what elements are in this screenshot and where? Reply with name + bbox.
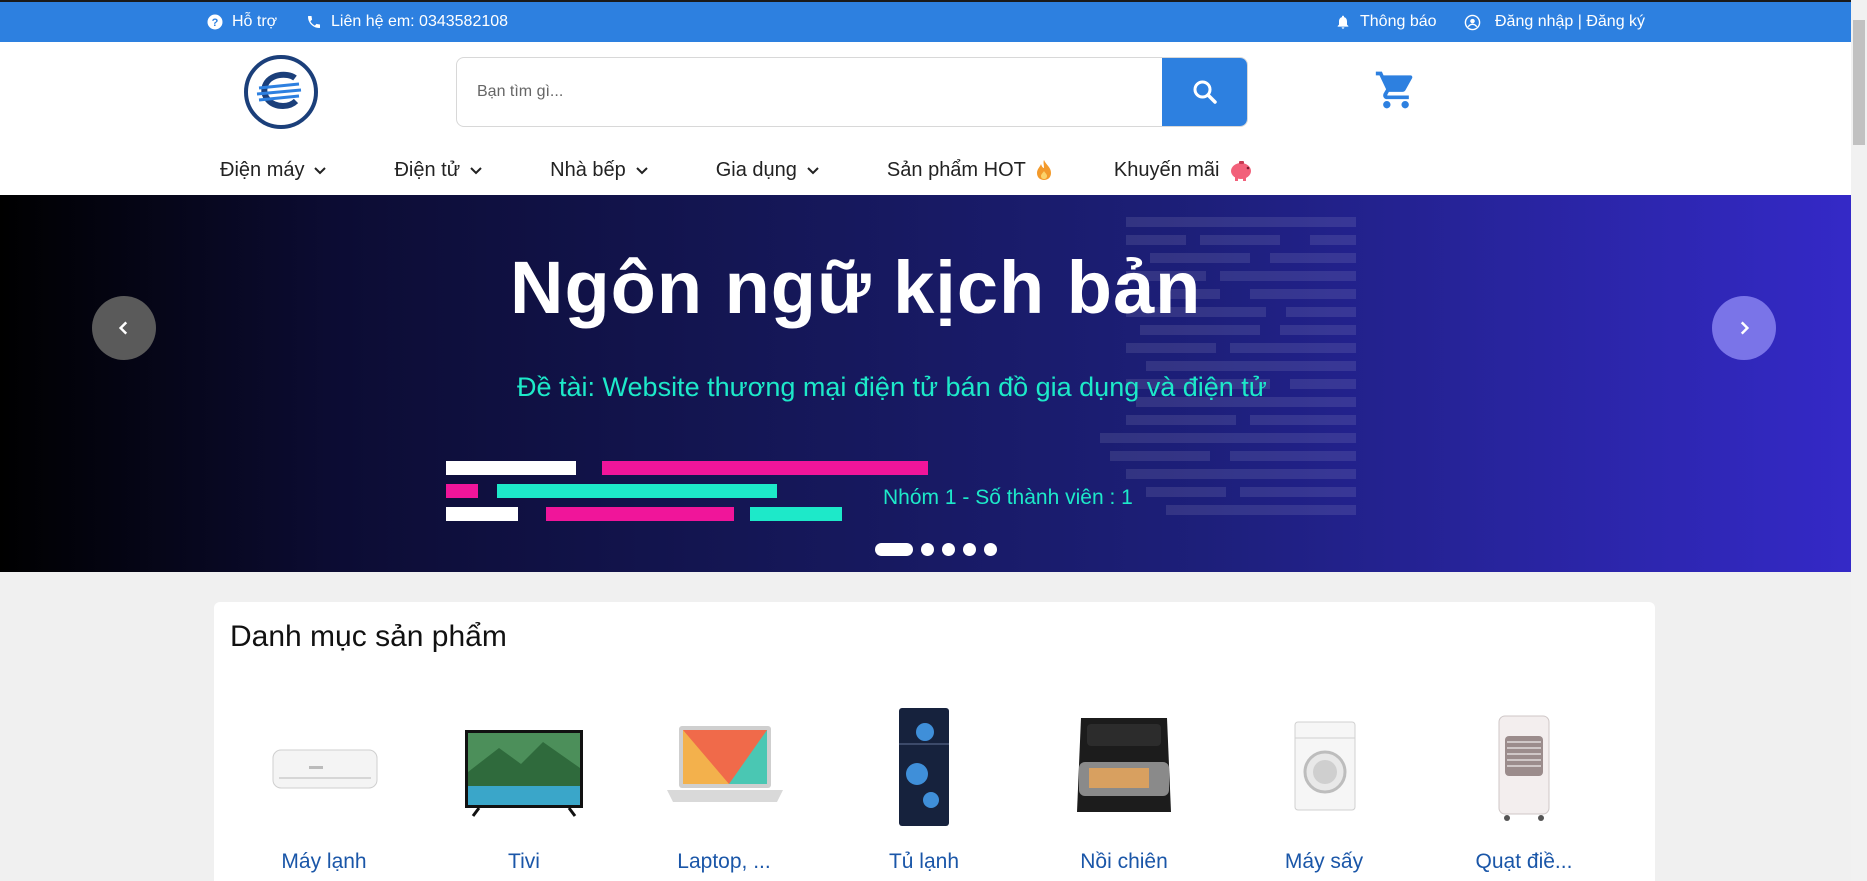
category-label: Laptop, ... <box>677 850 771 873</box>
cart-button[interactable] <box>1374 68 1418 112</box>
nav-label: Điện máy <box>220 158 305 181</box>
category-label: Máy lạnh <box>281 850 367 873</box>
piggy-bank-icon <box>1230 161 1251 181</box>
air-cooler-image <box>1498 715 1550 821</box>
fire-icon <box>1036 160 1051 180</box>
cart-icon <box>1375 71 1413 109</box>
chevron-left-icon <box>118 321 128 335</box>
category-section-title: Danh mục sản phẩm <box>230 620 507 653</box>
category-label: Nồi chiên <box>1080 850 1168 873</box>
decor-bar <box>446 507 518 521</box>
chevron-right-icon <box>1740 321 1750 335</box>
nav-item-dien-tu[interactable]: Điện tử <box>394 159 484 182</box>
carousel-prev-button[interactable] <box>92 296 156 360</box>
decor-bar <box>750 507 842 521</box>
support-label: Hỗ trợ <box>232 13 278 30</box>
chevron-down-icon <box>470 167 482 175</box>
help-icon: ? <box>206 13 224 31</box>
main-nav: Điện máy Điện tử Nhà bếp Gia dụng Sản ph… <box>220 152 1254 188</box>
category-item-tu-lanh[interactable]: Tủ lạnh <box>824 702 1024 874</box>
chevron-down-icon <box>807 167 819 175</box>
category-label: Quạt điề... <box>1475 850 1573 873</box>
svg-text:?: ? <box>212 17 219 29</box>
decor-bar <box>602 461 928 475</box>
phone-icon <box>305 13 323 31</box>
category-label: Máy sấy <box>1284 850 1364 873</box>
category-item-may-say[interactable]: Máy sấy <box>1224 702 1424 874</box>
category-item-tivi[interactable]: Tivi <box>424 702 624 874</box>
category-section: Danh mục sản phẩm Máy lạnh Tivi Laptop, … <box>214 602 1655 881</box>
page-scrollbar[interactable] <box>1851 0 1867 881</box>
nav-item-san-pham-hot[interactable]: Sản phẩm HOT <box>887 159 1054 182</box>
category-item-may-lanh[interactable]: Máy lạnh <box>224 702 424 874</box>
laptop-image <box>667 726 783 802</box>
category-item-quat-dieu-hoa[interactable]: Quạt điề... <box>1424 702 1624 874</box>
decor-bar <box>546 507 734 521</box>
dryer-image <box>1294 721 1356 811</box>
air-fryer-image <box>1077 718 1171 812</box>
top-bar: ? Hỗ trợ Liên hệ em: 0343582108 Thông bá… <box>0 0 1851 42</box>
carousel-dot-1[interactable] <box>875 543 913 556</box>
nav-item-dien-may[interactable]: Điện máy <box>220 159 328 182</box>
support-link[interactable]: ? Hỗ trợ <box>206 2 277 42</box>
banner-subtitle: Đề tài: Website thương mại điện tử bán đ… <box>517 372 1267 402</box>
category-item-laptop[interactable]: Laptop, ... <box>624 702 824 874</box>
banner-group-info: Nhóm 1 - Số thành viên : 1 <box>883 486 1133 509</box>
nav-label: Sản phẩm HOT <box>886 158 1026 181</box>
nav-label: Nhà bếp <box>550 158 626 181</box>
tv-image <box>465 730 583 817</box>
decor-bar <box>446 461 576 475</box>
notifications-label: Thông báo <box>1360 13 1437 30</box>
decor-bar <box>497 484 777 498</box>
banner-title: Ngôn ngữ kịch bản <box>510 246 1202 329</box>
nav-item-gia-dung[interactable]: Gia dụng <box>716 159 821 182</box>
notifications-link[interactable]: Thông báo <box>1334 2 1437 42</box>
category-label: Tủ lạnh <box>888 850 960 873</box>
search-input[interactable] <box>457 58 1162 126</box>
search-bar <box>456 57 1248 127</box>
contact-label: Liên hệ em: 0343582108 <box>331 13 509 30</box>
refrigerator-image <box>899 708 949 826</box>
auth-link[interactable]: Đăng nhập | Đăng ký <box>1463 2 1645 42</box>
contact-link[interactable]: Liên hệ em: 0343582108 <box>305 2 508 42</box>
scrollbar-thumb[interactable] <box>1853 20 1865 145</box>
nav-label: Điện tử <box>394 158 461 181</box>
nav-item-khuyen-mai[interactable]: Khuyến mãi <box>1114 158 1254 182</box>
carousel-dot-3[interactable] <box>942 543 955 556</box>
category-item-noi-chien[interactable]: Nồi chiên <box>1024 702 1224 874</box>
auth-label: Đăng nhập | Đăng ký <box>1495 13 1646 30</box>
nav-item-nha-bep[interactable]: Nhà bếp <box>550 159 650 182</box>
decor-bar <box>446 484 478 498</box>
search-button[interactable] <box>1162 58 1247 126</box>
air-conditioner-image <box>272 749 378 789</box>
hero-carousel: Ngôn ngữ kịch bản Đề tài: Website thương… <box>0 195 1851 572</box>
chevron-down-icon <box>314 167 327 175</box>
carousel-dot-4[interactable] <box>963 543 976 556</box>
user-circle-icon <box>1463 13 1481 31</box>
carousel-dot-5[interactable] <box>984 543 997 556</box>
category-label: Tivi <box>508 850 540 873</box>
carousel-dot-2[interactable] <box>921 543 934 556</box>
nav-label: Gia dụng <box>715 158 797 181</box>
nav-label: Khuyến mãi <box>1113 158 1220 181</box>
search-icon <box>1193 80 1217 104</box>
carousel-next-button[interactable] <box>1712 296 1776 360</box>
site-logo[interactable] <box>243 54 319 130</box>
chevron-down-icon <box>636 167 648 175</box>
bell-icon <box>1334 13 1352 31</box>
header: Điện máy Điện tử Nhà bếp Gia dụng Sản ph… <box>0 42 1851 195</box>
carousel-indicators <box>875 543 997 556</box>
